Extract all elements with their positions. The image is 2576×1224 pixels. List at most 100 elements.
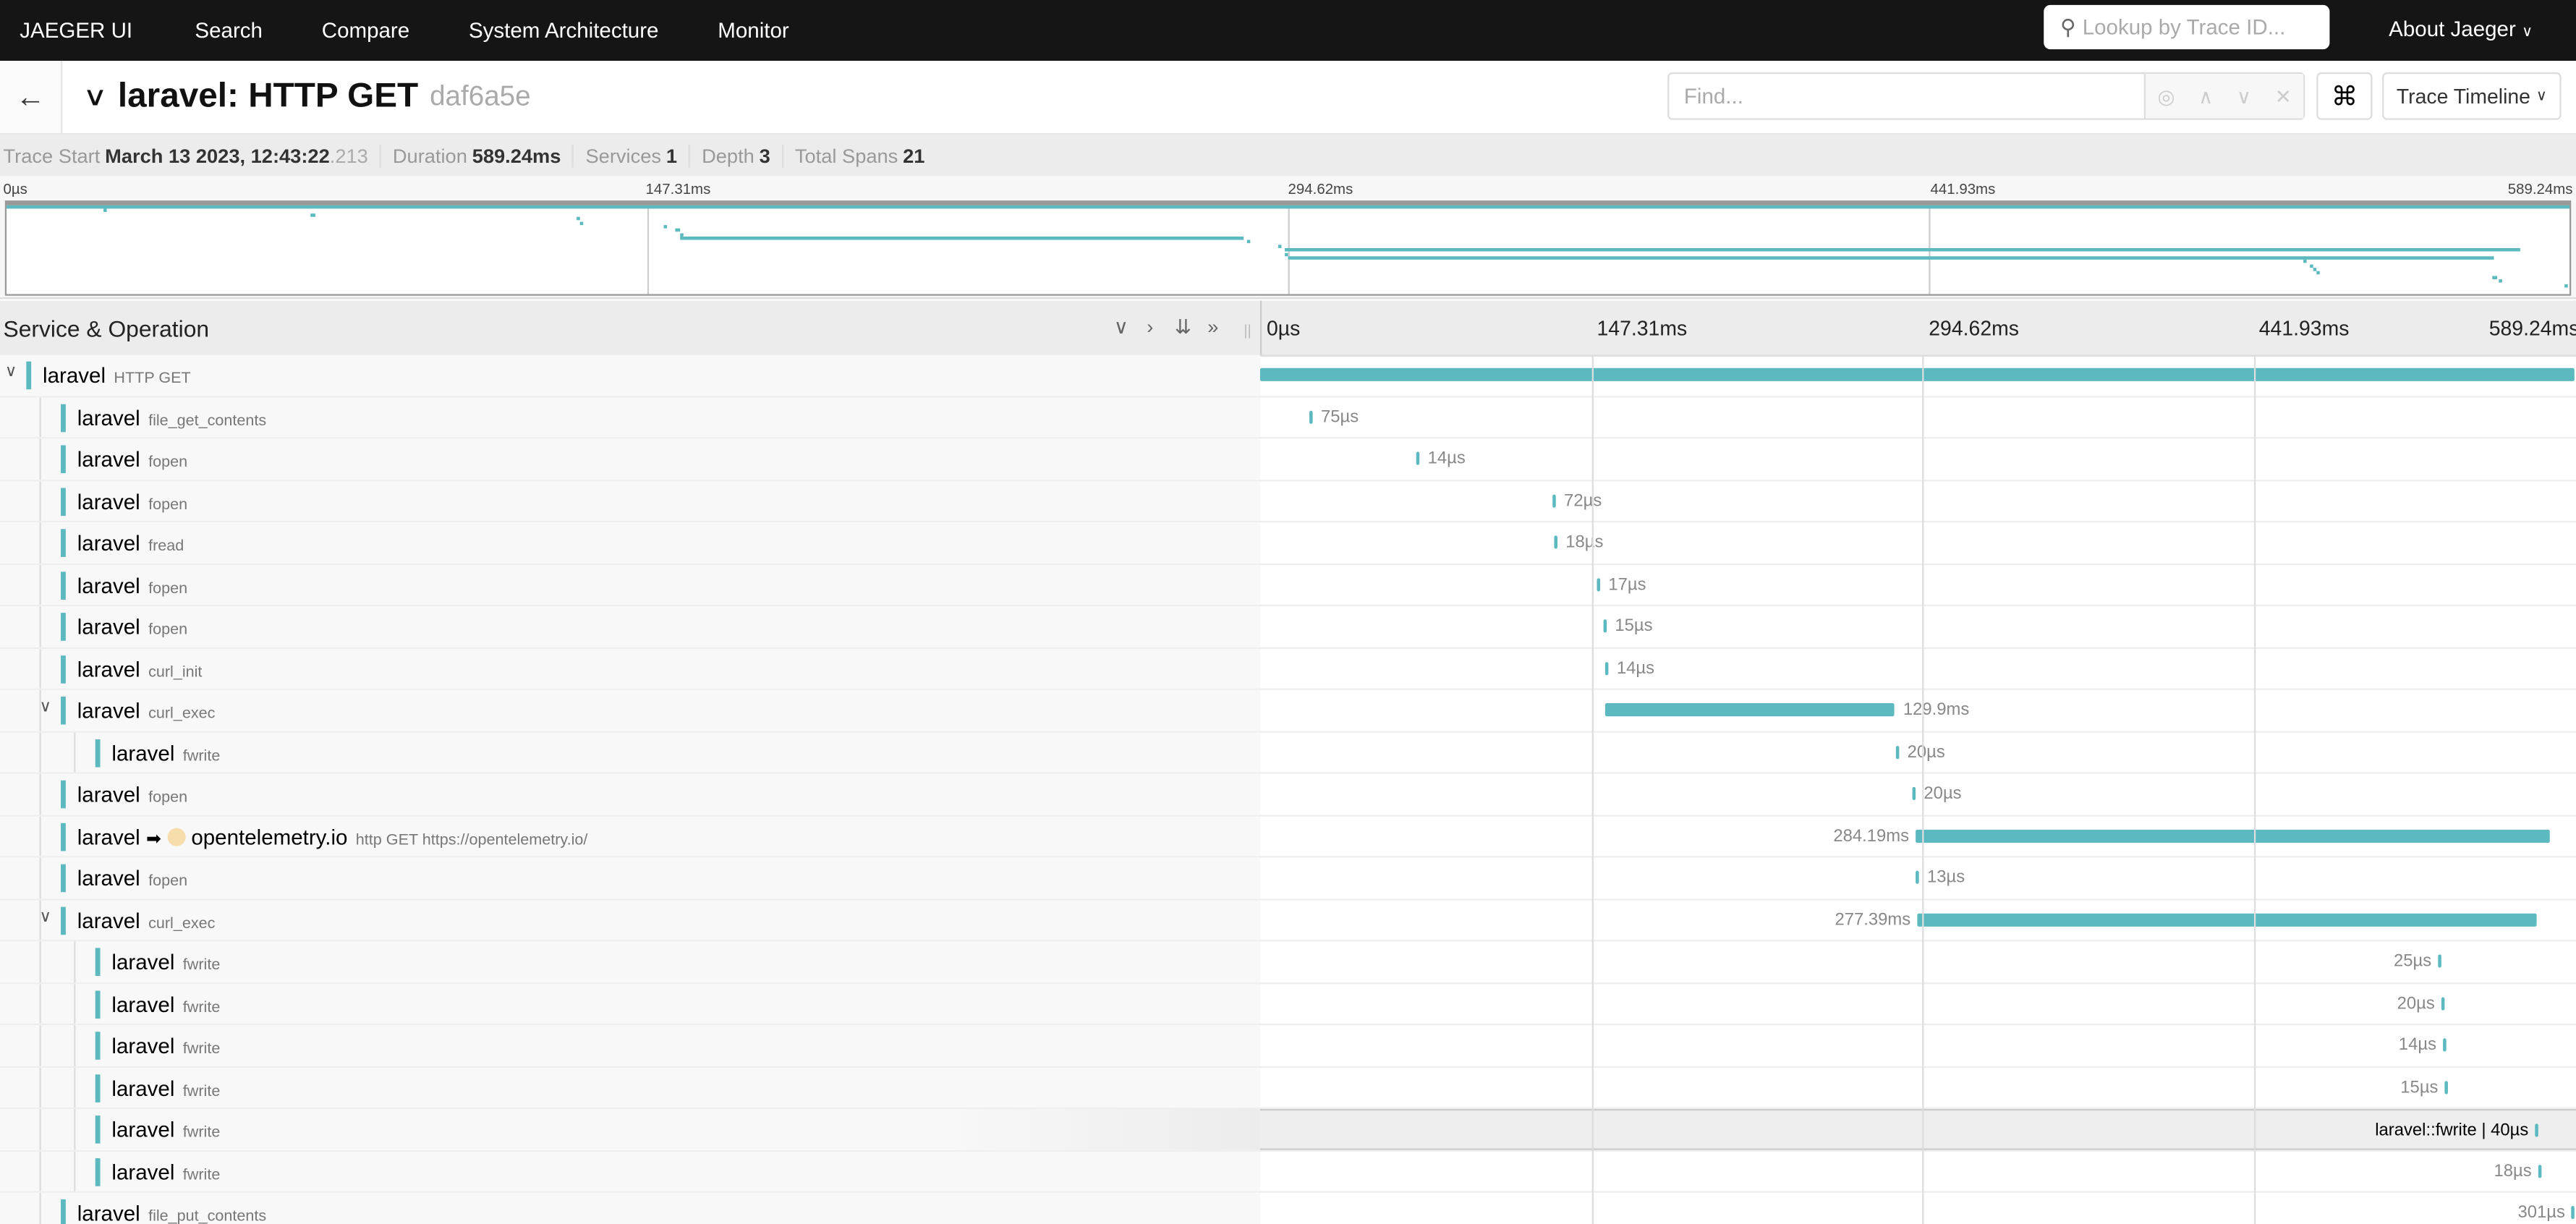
span-timeline-cell[interactable]: 129.9ms: [1260, 690, 2576, 731]
close-icon[interactable]: ✕: [2275, 85, 2292, 108]
span-row[interactable]: laravel ➡ opentelemetry.io http GET https…: [0, 815, 2576, 858]
span-timeline-cell[interactable]: 14µs: [1260, 648, 2576, 689]
span-timeline-cell[interactable]: [1259, 355, 2576, 396]
span-bar[interactable]: [2535, 1123, 2538, 1137]
span-timeline-cell[interactable]: 14µs: [1260, 438, 2576, 479]
span-row[interactable]: ∨ laravel curl_exec 129.9ms: [0, 689, 2576, 732]
chevron-down-icon[interactable]: ∨: [40, 698, 52, 716]
span-timeline-cell[interactable]: 277.39ms: [1260, 899, 2576, 940]
span-row[interactable]: laravel fwrite 15µs: [0, 1067, 2576, 1109]
span-bar[interactable]: [2443, 1038, 2447, 1052]
span-bar[interactable]: [1259, 367, 2575, 381]
span-bar[interactable]: [1917, 912, 2536, 926]
span-name-cell[interactable]: laravel fopen: [0, 773, 1260, 815]
minimap-canvas[interactable]: [4, 200, 2572, 296]
chevron-down-icon[interactable]: ∨: [2237, 85, 2251, 108]
span-name-cell[interactable]: laravel fread: [0, 522, 1260, 563]
span-timeline-cell[interactable]: 20µs: [1260, 774, 2576, 815]
span-bar[interactable]: [2441, 996, 2445, 1010]
span-name-cell[interactable]: ∨ laravel curl_exec: [0, 689, 1260, 731]
span-name-cell[interactable]: laravel fopen: [0, 480, 1260, 521]
span-row[interactable]: laravel file_get_contents 75µs: [0, 396, 2576, 439]
find-input[interactable]: Find...: [1669, 74, 2146, 119]
span-timeline-cell[interactable]: 18µs: [1260, 522, 2576, 563]
about-jaeger-menu[interactable]: About Jaeger ∨: [2389, 17, 2533, 41]
span-name-cell[interactable]: laravel ➡ opentelemetry.io http GET https…: [0, 815, 1260, 857]
span-bar[interactable]: [1597, 577, 1601, 591]
span-row[interactable]: laravel fopen 20µs: [0, 773, 2576, 816]
span-bar[interactable]: [1309, 409, 1313, 423]
trace-id-lookup-input[interactable]: ⚲ Lookup by Trace ID...: [2044, 4, 2330, 50]
nav-search[interactable]: Search: [166, 18, 292, 43]
span-timeline-cell[interactable]: 15µs: [1260, 1067, 2576, 1108]
nav-system-architecture[interactable]: System Architecture: [439, 18, 688, 43]
span-row[interactable]: laravel fread 18µs: [0, 522, 2576, 565]
span-row[interactable]: laravel fwrite 14µs: [0, 1025, 2576, 1068]
span-row[interactable]: laravel fwrite 20µs: [0, 983, 2576, 1026]
span-timeline-cell[interactable]: 17µs: [1260, 564, 2576, 605]
span-row[interactable]: laravel fopen 17µs: [0, 564, 2576, 607]
span-bar[interactable]: [1916, 870, 1919, 884]
span-bar[interactable]: [2538, 1164, 2542, 1178]
span-row[interactable]: ∨ laravel HTTP GET: [0, 354, 2576, 397]
span-name-cell[interactable]: laravel fwrite: [0, 983, 1260, 1024]
span-name-cell[interactable]: laravel fwrite: [0, 1150, 1260, 1191]
span-bar[interactable]: [1916, 828, 2550, 842]
span-bar[interactable]: [2438, 954, 2441, 968]
span-timeline-cell[interactable]: 301µs: [1260, 1193, 2576, 1224]
span-bar[interactable]: [1416, 451, 1420, 465]
trace-title[interactable]: ∨ laravel: HTTP GET daf6a5e: [82, 77, 531, 117]
collapse-one-icon[interactable]: ∨: [1114, 315, 1128, 339]
resize-handle[interactable]: ||: [1244, 322, 1251, 339]
span-timeline-cell[interactable]: 18µs: [1260, 1151, 2576, 1191]
span-name-cell[interactable]: laravel fopen: [0, 564, 1260, 605]
span-bar[interactable]: [1895, 744, 1900, 759]
span-name-cell[interactable]: laravel fwrite: [0, 1025, 1260, 1066]
span-timeline-cell[interactable]: 13µs: [1260, 858, 2576, 898]
span-name-cell[interactable]: laravel fopen: [0, 438, 1260, 480]
nav-monitor[interactable]: Monitor: [688, 18, 818, 43]
span-bar[interactable]: [1554, 535, 1557, 549]
span-row[interactable]: laravel fopen 15µs: [0, 606, 2576, 648]
span-timeline-cell[interactable]: 25µs: [1260, 941, 2576, 982]
span-timeline-cell[interactable]: 75µs: [1260, 396, 2576, 437]
span-row[interactable]: laravel fwrite 25µs: [0, 941, 2576, 984]
span-row[interactable]: laravel fwrite 20µs: [0, 731, 2576, 774]
span-timeline-cell[interactable]: 14µs: [1260, 1025, 2576, 1066]
chevron-up-icon[interactable]: ∧: [2198, 85, 2213, 108]
span-row[interactable]: laravel fopen 72µs: [0, 480, 2576, 523]
span-bar[interactable]: [2444, 1080, 2449, 1094]
span-row[interactable]: laravel fopen 14µs: [0, 438, 2576, 481]
span-row[interactable]: laravel curl_init 14µs: [0, 647, 2576, 690]
span-name-cell[interactable]: laravel fopen: [0, 606, 1260, 647]
back-button[interactable]: ←: [0, 61, 63, 133]
span-timeline-cell[interactable]: 72µs: [1260, 480, 2576, 521]
chevron-down-icon[interactable]: ∨: [5, 363, 17, 381]
span-name-cell[interactable]: laravel fwrite: [0, 941, 1260, 982]
span-timeline-cell[interactable]: 15µs: [1260, 606, 2576, 647]
keyboard-shortcuts-button[interactable]: ⌘: [2316, 72, 2373, 120]
expand-one-icon[interactable]: ›: [1147, 315, 1153, 339]
span-row[interactable]: laravel fopen 13µs: [0, 857, 2576, 900]
span-name-cell[interactable]: laravel fwrite: [0, 1108, 1260, 1149]
span-timeline-cell[interactable]: 20µs: [1260, 983, 2576, 1024]
span-bar[interactable]: [1912, 786, 1916, 801]
span-name-cell[interactable]: laravel curl_init: [0, 647, 1260, 689]
span-name-cell[interactable]: ∨ laravel HTTP GET: [0, 354, 1260, 396]
span-row[interactable]: laravel file_put_contents 301µs: [0, 1192, 2576, 1224]
span-name-cell[interactable]: laravel file_get_contents: [0, 396, 1260, 438]
span-row[interactable]: laravel fwrite 18µs: [0, 1150, 2576, 1193]
span-timeline-cell[interactable]: 284.19ms: [1260, 816, 2576, 857]
span-row[interactable]: laravel fwrite laravel::fwrite | 40µs: [0, 1108, 2576, 1151]
trace-minimap[interactable]: 0µs 147.31ms 294.62ms 441.93ms 589.24ms: [0, 176, 2576, 299]
locate-icon[interactable]: ◎: [2157, 85, 2175, 108]
span-name-cell[interactable]: laravel fwrite: [0, 731, 1260, 773]
span-name-cell[interactable]: laravel fwrite: [0, 1067, 1260, 1108]
span-timeline-cell[interactable]: 20µs: [1260, 732, 2576, 773]
nav-compare[interactable]: Compare: [292, 18, 439, 43]
brand-link[interactable]: JAEGER UI: [0, 18, 166, 43]
chevron-down-icon[interactable]: ∨: [40, 908, 52, 926]
span-bar[interactable]: [2571, 1205, 2575, 1220]
span-bar[interactable]: [1603, 619, 1607, 633]
span-row[interactable]: ∨ laravel curl_exec 277.39ms: [0, 899, 2576, 942]
